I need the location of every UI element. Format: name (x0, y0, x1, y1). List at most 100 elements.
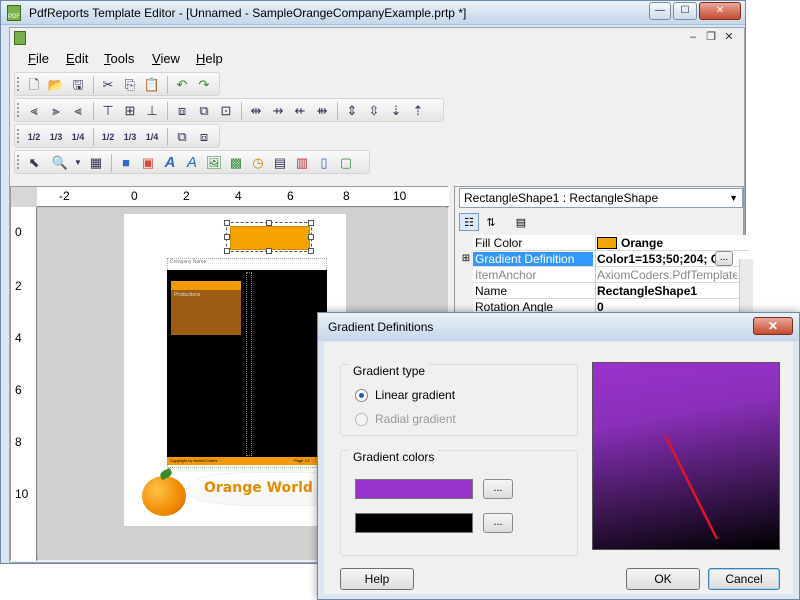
rounded-rect-icon[interactable]: ▣ (139, 154, 157, 172)
image-icon[interactable]: 🖼 (205, 154, 223, 172)
redo-icon[interactable]: ↷ (195, 76, 213, 94)
new-file-icon[interactable]: 🗋 (25, 76, 43, 94)
property-row-item-anchor[interactable]: ItemAnchor AxiomCoders.PdfTemplateEd (459, 267, 749, 283)
same-height-icon[interactable]: ⊡ (217, 102, 235, 120)
gradient-direction-line[interactable] (593, 363, 781, 551)
text-icon[interactable]: A (161, 154, 179, 172)
color2-button[interactable]: ... (483, 513, 513, 533)
text-outline-icon[interactable]: A (183, 154, 201, 172)
h-spacing-equal-icon[interactable]: ⇹ (247, 102, 265, 120)
orange-fruit-image[interactable] (142, 476, 186, 516)
property-value[interactable]: Color1=153;50;204; Co (597, 252, 715, 266)
object-selector[interactable]: RectangleShape1 : RectangleShape ▼ (459, 188, 743, 208)
minimize-button[interactable]: — (649, 2, 671, 20)
resize-handle[interactable] (308, 220, 314, 226)
half-width-icon[interactable]: 1/2 (25, 128, 43, 146)
chevron-down-icon[interactable]: ▼ (729, 189, 738, 207)
resize-handle[interactable] (224, 220, 230, 226)
open-folder-icon[interactable]: 📂 (47, 76, 65, 94)
align-left-icon[interactable]: ⫷ (25, 102, 43, 120)
vertical-divider[interactable] (246, 272, 252, 456)
resize-handle[interactable] (224, 234, 230, 240)
send-back-icon[interactable]: ⧈ (195, 128, 213, 146)
toolbar-grip[interactable] (17, 77, 20, 91)
v-spacing-remove-icon[interactable]: ⇡ (409, 102, 427, 120)
menu-edit[interactable]: Edit (66, 51, 88, 66)
categorized-icon[interactable]: ☷ (459, 213, 479, 231)
page-number-icon[interactable]: ▯ (315, 154, 333, 172)
property-scrollbar[interactable] (739, 259, 753, 319)
align-bottom-icon[interactable]: ⊥ (143, 102, 161, 120)
resize-handle[interactable] (224, 248, 230, 254)
half-height-icon[interactable]: 1/2 (99, 128, 117, 146)
gradient-preview[interactable] (592, 362, 780, 550)
footer-copyright[interactable]: Copyright by AxiomCoders (170, 458, 217, 463)
toolbar-grip[interactable] (17, 129, 20, 143)
mdi-minimize-button[interactable]: – (686, 31, 700, 45)
cut-icon[interactable]: ✂ (99, 76, 117, 94)
same-size-icon[interactable]: ⧈ (173, 102, 191, 120)
color1-swatch[interactable] (355, 479, 473, 499)
h-spacing-increase-icon[interactable]: ⇸ (269, 102, 287, 120)
v-spacing-increase-icon[interactable]: ⇳ (365, 102, 383, 120)
align-right-icon[interactable]: ⫷ (69, 102, 87, 120)
property-row-fill-color[interactable]: Fill Color Orange (459, 235, 749, 251)
pointer-icon[interactable]: ⬉ (25, 154, 43, 172)
property-row-gradient[interactable]: ⊞ Gradient Definition Color1=153;50;204;… (459, 251, 749, 267)
paste-icon[interactable]: 📋 (143, 76, 161, 94)
panel-icon[interactable]: ▢ (337, 154, 355, 172)
third-width-icon[interactable]: 1/3 (47, 128, 65, 146)
v-spacing-equal-icon[interactable]: ⇕ (343, 102, 361, 120)
mdi-restore-button[interactable]: ❐ (704, 31, 718, 45)
zoom-icon[interactable]: 🔍 (51, 154, 69, 172)
expand-icon[interactable]: ⊞ (459, 251, 473, 267)
property-pages-icon[interactable]: ▤ (511, 213, 531, 231)
quarter-height-icon[interactable]: 1/4 (143, 128, 161, 146)
menu-help[interactable]: Help (196, 51, 223, 66)
close-button[interactable]: ✕ (699, 2, 741, 20)
maximize-button[interactable]: ☐ (673, 2, 697, 20)
productions-text[interactable]: Productions (174, 292, 200, 298)
property-value[interactable]: Orange (597, 236, 737, 250)
align-top-icon[interactable]: ⊤ (99, 102, 117, 120)
linear-gradient-radio[interactable] (355, 389, 368, 402)
help-button[interactable]: Help (340, 568, 414, 590)
zoom-dropdown-icon[interactable]: ▼ (69, 154, 87, 172)
same-width-icon[interactable]: ⧉ (195, 102, 213, 120)
grid-icon[interactable]: ▦ (87, 154, 105, 172)
align-center-icon[interactable]: ⫸ (47, 102, 65, 120)
color2-swatch[interactable] (355, 513, 473, 533)
toolbar-grip[interactable] (17, 155, 20, 169)
undo-icon[interactable]: ↶ (173, 76, 191, 94)
property-value[interactable]: AxiomCoders.PdfTemplateEd (597, 268, 737, 282)
alphabetical-icon[interactable]: ⇅ (481, 213, 501, 231)
property-value[interactable]: RectangleShape1 (597, 284, 737, 298)
linear-gradient-label[interactable]: Linear gradient (375, 388, 455, 402)
company-name-text[interactable]: Company Name (170, 259, 206, 265)
dialog-close-button[interactable]: ✕ (753, 317, 793, 335)
calendar-icon[interactable]: ▥ (293, 154, 311, 172)
third-height-icon[interactable]: 1/3 (121, 128, 139, 146)
resize-handle[interactable] (308, 248, 314, 254)
v-spacing-decrease-icon[interactable]: ⇣ (387, 102, 405, 120)
color1-button[interactable]: ... (483, 479, 513, 499)
resize-handle[interactable] (266, 220, 272, 226)
table-icon[interactable]: ▤ (271, 154, 289, 172)
orange-header-strip[interactable] (171, 281, 241, 290)
gradient-edit-button[interactable]: ... (715, 251, 733, 266)
h-spacing-remove-icon[interactable]: ⇻ (313, 102, 331, 120)
image-frame-icon[interactable]: ▩ (227, 154, 245, 172)
align-middle-icon[interactable]: ⊞ (121, 102, 139, 120)
h-spacing-decrease-icon[interactable]: ⇷ (291, 102, 309, 120)
save-all-icon[interactable]: 🖫 (69, 76, 87, 94)
clock-icon[interactable]: ◷ (249, 154, 267, 172)
ok-button[interactable]: OK (626, 568, 700, 590)
footer-page-number[interactable]: Page 1/1 (294, 458, 310, 463)
mdi-close-button[interactable]: ✕ (722, 31, 736, 45)
rectangle-shape[interactable] (230, 226, 310, 250)
rectangle-icon[interactable]: ■ (117, 154, 135, 172)
quarter-width-icon[interactable]: 1/4 (69, 128, 87, 146)
copy-icon[interactable]: ⎘ (121, 76, 139, 94)
property-row-name[interactable]: Name RectangleShape1 (459, 283, 749, 299)
toolbar-grip[interactable] (17, 103, 20, 117)
